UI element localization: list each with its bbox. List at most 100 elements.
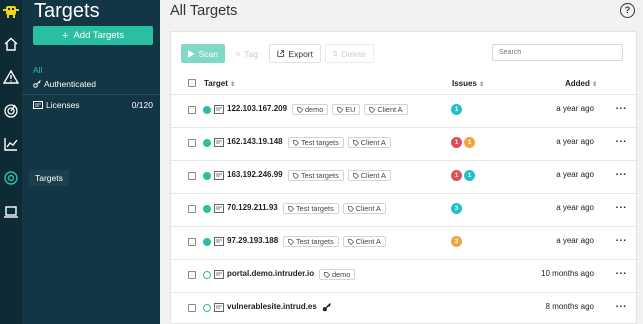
select-all-checkbox[interactable] [188, 79, 196, 87]
tag-label: Test targets [296, 204, 334, 213]
target-host[interactable]: 122.103.167.209 [227, 104, 287, 113]
more-actions-icon[interactable]: ... [616, 134, 627, 145]
device-icon [214, 270, 224, 279]
column-target[interactable]: Target ⇕ [204, 79, 235, 88]
tag-label: demo [332, 270, 351, 279]
issue-count-badge[interactable]: 2 [451, 236, 462, 247]
app: Targets + Add Targets All Authenticated … [0, 0, 643, 324]
tag-label: Client A [355, 204, 381, 213]
table-row[interactable]: 163.192.246.99 Test targets Client A 11 a ye… [171, 161, 638, 194]
tag-chip[interactable]: Client A [347, 170, 391, 181]
radar-icon[interactable] [3, 102, 19, 118]
table-row[interactable]: 97.29.193.188 Test targets Client A 2 a year… [171, 227, 638, 260]
key-icon [322, 303, 331, 312]
status-dot [203, 106, 211, 114]
issues-badges: 2 [451, 236, 462, 247]
table-row[interactable]: 122.103.167.209 demo EU Client A 1 a year ago… [171, 95, 638, 128]
help-icon[interactable]: ? [620, 3, 635, 18]
sidebar: Targets + Add Targets All Authenticated … [22, 0, 160, 324]
target-host[interactable]: 70.129.211.93 [227, 203, 278, 212]
tag-chip[interactable]: Test targets [283, 203, 339, 214]
table-header: Target ⇕ Issues ⇕ Added ⇕ [171, 76, 638, 93]
tag-chip[interactable]: EU [332, 104, 361, 115]
column-added[interactable]: Added ⇕ [565, 79, 597, 88]
sidebar-item-all[interactable]: All [33, 65, 42, 75]
licenses-count: 0/120 [131, 100, 153, 110]
sort-icon: ⇕ [592, 82, 598, 88]
targets-panel: Scan Tag Export Delete Target ⇕ [170, 31, 638, 324]
table-row[interactable]: 162.143.19.148 Test targets Client A 11 a ye… [171, 128, 638, 161]
target-host[interactable]: vulnerablesite.intrud.es [227, 302, 317, 311]
tag-list: Test targets Client A [283, 203, 386, 214]
issue-count-badge[interactable]: 1 [451, 104, 462, 115]
target-host[interactable]: 163.192.246.99 [227, 170, 283, 179]
sidebar-item-label: Authenticated [44, 79, 96, 89]
added-date: a year ago [556, 137, 594, 146]
table-row[interactable]: portal.demo.intruder.io demo 10 months ago… [171, 260, 638, 293]
issue-count-badge[interactable]: 1 [464, 170, 475, 181]
row-checkbox[interactable] [188, 271, 196, 279]
tag-chip[interactable]: Client A [342, 203, 386, 214]
target-host[interactable]: portal.demo.intruder.io [227, 269, 314, 278]
add-targets-button[interactable]: + Add Targets [33, 26, 153, 45]
plus-icon: + [62, 29, 69, 42]
column-issues[interactable]: Issues ⇕ [452, 79, 484, 88]
targets-icon[interactable] [3, 170, 19, 186]
issue-count-badge[interactable]: 1 [451, 137, 462, 148]
added-date: a year ago [556, 203, 594, 212]
tag-label: Client A [360, 138, 386, 147]
added-date: 10 months ago [541, 269, 594, 278]
add-targets-label: Add Targets [73, 30, 124, 41]
tag-chip[interactable]: demo [292, 104, 329, 115]
tag-chip[interactable]: Client A [364, 104, 408, 115]
more-actions-icon[interactable]: ... [616, 167, 627, 178]
more-actions-icon[interactable]: ... [616, 299, 627, 310]
tag-chip[interactable]: Test targets [283, 236, 339, 247]
scan-button[interactable]: Scan [181, 44, 225, 63]
more-actions-icon[interactable]: ... [616, 266, 627, 277]
export-button[interactable]: Export [269, 44, 321, 63]
issue-count-badge[interactable]: 1 [451, 170, 462, 181]
search-input[interactable] [492, 44, 623, 61]
row-checkbox[interactable] [188, 106, 196, 114]
home-icon[interactable] [3, 36, 19, 52]
delete-button[interactable]: Delete [325, 44, 374, 63]
tag-list: demo [319, 269, 356, 280]
tag-chip[interactable]: Test targets [288, 137, 344, 148]
device-icon [214, 171, 224, 180]
target-host[interactable]: 162.143.19.148 [227, 137, 283, 146]
chart-icon[interactable] [3, 136, 19, 152]
logo-icon[interactable] [3, 4, 19, 18]
status-dot [203, 238, 211, 246]
sidebar-item-authenticated[interactable]: Authenticated [33, 79, 96, 89]
tag-chip[interactable]: Test targets [288, 170, 344, 181]
sidebar-item-licenses[interactable]: Licenses 0/120 [33, 100, 153, 110]
warning-icon[interactable] [3, 69, 19, 85]
tag-button[interactable]: Tag [229, 44, 265, 63]
more-actions-icon[interactable]: ... [616, 200, 627, 211]
row-checkbox[interactable] [188, 238, 196, 246]
issue-count-badge[interactable]: 3 [451, 203, 462, 214]
row-checkbox[interactable] [188, 304, 196, 312]
tag-chip[interactable]: demo [319, 269, 356, 280]
tag-icon [347, 238, 354, 245]
tag-label: Client A [355, 237, 381, 246]
more-actions-icon[interactable]: ... [616, 233, 627, 244]
tag-icon [288, 238, 294, 245]
device-icon [214, 105, 224, 114]
more-actions-icon[interactable]: ... [616, 101, 627, 112]
laptop-icon[interactable] [3, 204, 19, 220]
row-checkbox[interactable] [188, 139, 196, 147]
sort-icon: ⇕ [479, 82, 485, 88]
device-icon [214, 204, 224, 213]
issues-badges: 1 [451, 104, 462, 115]
target-host[interactable]: 97.29.193.188 [227, 236, 278, 245]
table-row[interactable]: 70.129.211.93 Test targets Client A 3 a year… [171, 194, 638, 227]
tag-chip[interactable]: Client A [342, 236, 386, 247]
table-row[interactable]: vulnerablesite.intrud.es 8 months ago... [171, 293, 638, 324]
tag-icon [293, 139, 299, 146]
tag-chip[interactable]: Client A [347, 137, 391, 148]
row-checkbox[interactable] [188, 172, 196, 180]
issue-count-badge[interactable]: 1 [464, 137, 475, 148]
row-checkbox[interactable] [188, 205, 196, 213]
